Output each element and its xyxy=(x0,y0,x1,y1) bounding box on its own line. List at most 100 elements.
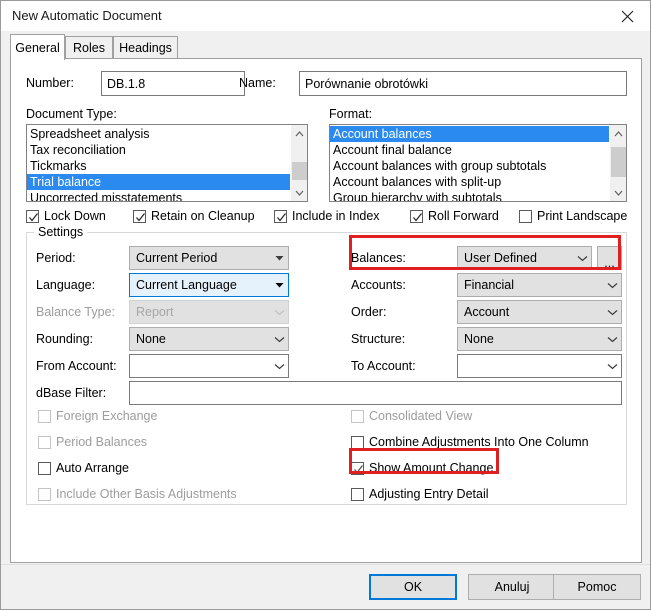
period-combobox[interactable]: Current Period xyxy=(129,246,289,270)
checkbox-foreign-exchange: Foreign Exchange xyxy=(38,409,157,423)
balances-combobox[interactable]: User Defined xyxy=(457,246,592,270)
language-combobox[interactable]: Current Language xyxy=(129,273,289,297)
period-label: Period: xyxy=(36,251,76,265)
dbase-filter-input[interactable] xyxy=(129,381,622,405)
balances-browse-button[interactable]: ... xyxy=(597,246,622,270)
checkbox-label: Include in Index xyxy=(292,209,380,223)
checkbox-print-landscape[interactable]: Print Landscape xyxy=(519,209,627,223)
ok-button[interactable]: OK xyxy=(369,574,457,600)
chevron-down-icon[interactable] xyxy=(603,363,621,370)
tab-general[interactable]: General xyxy=(10,34,65,60)
accounts-label: Accounts: xyxy=(351,278,406,292)
chevron-down-icon xyxy=(270,309,288,316)
checkbox-combine-adjustments-into-one-column[interactable]: Combine Adjustments Into One Column xyxy=(351,435,589,449)
language-label: Language: xyxy=(36,278,96,292)
list-item-selected[interactable]: Account balances xyxy=(330,126,609,142)
checkbox-label: Auto Arrange xyxy=(56,461,129,475)
checkbox-box xyxy=(351,409,364,423)
balance-type-label: Balance Type: xyxy=(36,305,115,319)
document-type-scrollbar[interactable] xyxy=(290,125,307,201)
tab-roles[interactable]: Roles xyxy=(65,36,113,59)
checkbox-box[interactable] xyxy=(519,209,532,223)
chevron-down-icon[interactable] xyxy=(270,336,288,343)
checkbox-box[interactable] xyxy=(351,487,364,501)
checkbox-retain-on-cleanup[interactable]: Retain on Cleanup xyxy=(133,209,255,223)
help-button[interactable]: Pomoc xyxy=(553,574,641,600)
list-item-selected[interactable]: Trial balance xyxy=(27,174,290,190)
scroll-down-icon[interactable] xyxy=(610,184,626,201)
structure-value: None xyxy=(464,332,494,346)
checkbox-box[interactable] xyxy=(410,209,423,223)
list-item[interactable]: Account final balance xyxy=(330,142,609,158)
checkbox-roll-forward[interactable]: Roll Forward xyxy=(410,209,499,223)
list-item[interactable]: Account balances with group subtotals xyxy=(330,158,609,174)
structure-combobox[interactable]: None xyxy=(457,327,622,351)
chevron-down-icon[interactable] xyxy=(603,309,621,316)
checkbox-auto-arrange[interactable]: Auto Arrange xyxy=(38,461,129,475)
scroll-up-icon[interactable] xyxy=(610,125,626,142)
format-listbox[interactable]: Account balances Account final balance A… xyxy=(329,124,627,202)
checkbox-label: Combine Adjustments Into One Column xyxy=(369,435,589,449)
checkbox-box xyxy=(38,409,51,423)
list-item[interactable]: Tax reconciliation xyxy=(27,142,290,158)
checkbox-box[interactable] xyxy=(274,209,287,223)
checkbox-box[interactable] xyxy=(133,209,146,223)
chevron-down-icon[interactable] xyxy=(603,336,621,343)
from-account-label: From Account: xyxy=(36,359,117,373)
checkbox-show-amount-change[interactable]: Show Amount Change xyxy=(351,461,493,475)
chevron-down-icon[interactable] xyxy=(270,363,288,370)
checkbox-adjusting-entry-detail[interactable]: Adjusting Entry Detail xyxy=(351,487,489,501)
order-value: Account xyxy=(464,305,510,319)
number-input[interactable]: DB.1.8 xyxy=(101,71,245,96)
scroll-up-icon[interactable] xyxy=(291,125,307,142)
cancel-button[interactable]: Anuluj xyxy=(468,574,556,600)
window-title: New Automatic Document xyxy=(12,8,162,23)
checkbox-box[interactable] xyxy=(351,461,364,475)
chevron-down-icon[interactable] xyxy=(270,282,288,288)
checkbox-box[interactable] xyxy=(26,209,39,223)
balance-type-value: Report xyxy=(136,305,174,319)
list-item[interactable]: Spreadsheet analysis xyxy=(27,126,290,142)
name-input[interactable]: Porównanie obrotówki xyxy=(299,71,627,96)
scroll-thumb[interactable] xyxy=(292,162,307,180)
settings-group-title: Settings xyxy=(34,225,88,239)
from-account-combobox[interactable] xyxy=(129,354,289,378)
list-item[interactable]: Tickmarks xyxy=(27,158,290,174)
checkbox-label: Adjusting Entry Detail xyxy=(369,487,489,501)
checkbox-consolidated-view: Consolidated View xyxy=(351,409,472,423)
checkbox-lock-down[interactable]: Lock Down xyxy=(26,209,106,223)
checkbox-include-in-index[interactable]: Include in Index xyxy=(274,209,380,223)
balances-value: User Defined xyxy=(464,251,537,265)
checkbox-label: Roll Forward xyxy=(428,209,499,223)
order-combobox[interactable]: Account xyxy=(457,300,622,324)
close-icon[interactable] xyxy=(604,1,650,31)
structure-label: Structure: xyxy=(351,332,406,346)
tab-headings-label: Headings xyxy=(119,41,172,55)
checkbox-box[interactable] xyxy=(351,435,364,449)
scroll-down-icon[interactable] xyxy=(291,184,307,201)
tab-strip: General Roles Headings xyxy=(10,34,642,60)
to-account-combobox[interactable] xyxy=(457,354,622,378)
dbase-filter-label: dBase Filter: xyxy=(36,386,107,400)
accounts-combobox[interactable]: Financial xyxy=(457,273,622,297)
document-type-listbox[interactable]: Spreadsheet analysis Tax reconciliation … xyxy=(26,124,308,202)
rounding-combobox[interactable]: None xyxy=(129,327,289,351)
chevron-down-icon[interactable] xyxy=(270,255,288,261)
chevron-down-icon[interactable] xyxy=(573,255,591,262)
list-item[interactable]: Uncorrected misstatements xyxy=(27,190,290,201)
list-item[interactable]: Group hierarchy with subtotals xyxy=(330,190,609,201)
tab-headings[interactable]: Headings xyxy=(113,36,178,59)
language-value: Current Language xyxy=(136,278,237,292)
title-bar: New Automatic Document xyxy=(1,1,650,31)
checkbox-box xyxy=(38,435,51,449)
checkbox-box[interactable] xyxy=(38,461,51,475)
list-item[interactable]: Account balances with split-up xyxy=(330,174,609,190)
checkbox-label: Retain on Cleanup xyxy=(151,209,255,223)
balances-label: Balances: xyxy=(351,251,406,265)
checkbox-label: Period Balances xyxy=(56,435,148,449)
checkbox-period-balances: Period Balances xyxy=(38,435,147,449)
scroll-thumb[interactable] xyxy=(611,147,626,177)
format-scrollbar[interactable] xyxy=(609,125,626,201)
chevron-down-icon[interactable] xyxy=(603,282,621,289)
checkbox-label: Foreign Exchange xyxy=(56,409,158,423)
